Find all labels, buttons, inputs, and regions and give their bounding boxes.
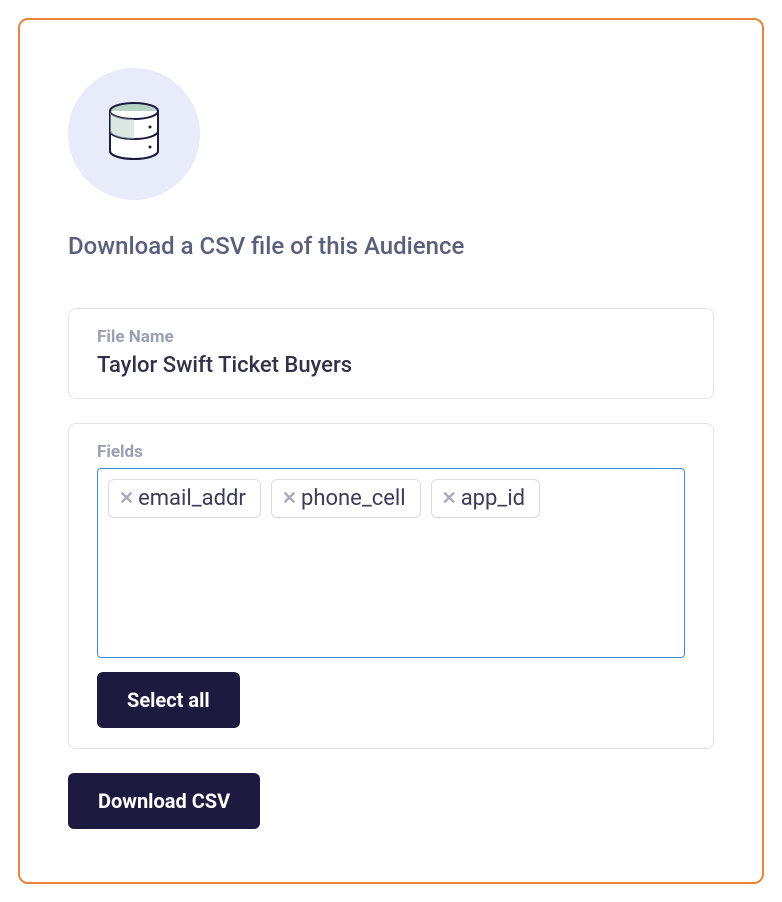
download-csv-button[interactable]: Download CSV — [68, 773, 260, 829]
field-chip[interactable]: ✕ phone_cell — [271, 479, 421, 518]
chip-label: app_id — [461, 486, 525, 511]
fields-label: Fields — [97, 442, 685, 462]
file-name-label: File Name — [97, 327, 685, 347]
panel-heading: Download a CSV file of this Audience — [68, 232, 714, 260]
remove-chip-icon[interactable]: ✕ — [442, 490, 457, 508]
download-csv-panel: Download a CSV file of this Audience Fil… — [18, 18, 764, 884]
database-icon — [106, 101, 162, 167]
select-all-button[interactable]: Select all — [97, 672, 240, 728]
fields-card: Fields ✕ email_addr ✕ phone_cell ✕ app_i… — [68, 423, 714, 749]
database-icon-circle — [68, 68, 200, 200]
file-name-card: File Name — [68, 308, 714, 399]
file-name-input[interactable] — [97, 353, 685, 378]
chip-label: phone_cell — [301, 486, 406, 511]
field-chip[interactable]: ✕ email_addr — [108, 479, 261, 518]
chip-label: email_addr — [138, 486, 246, 511]
remove-chip-icon[interactable]: ✕ — [119, 490, 134, 508]
field-chip[interactable]: ✕ app_id — [431, 479, 540, 518]
remove-chip-icon[interactable]: ✕ — [282, 490, 297, 508]
fields-multiselect[interactable]: ✕ email_addr ✕ phone_cell ✕ app_id — [97, 468, 685, 658]
